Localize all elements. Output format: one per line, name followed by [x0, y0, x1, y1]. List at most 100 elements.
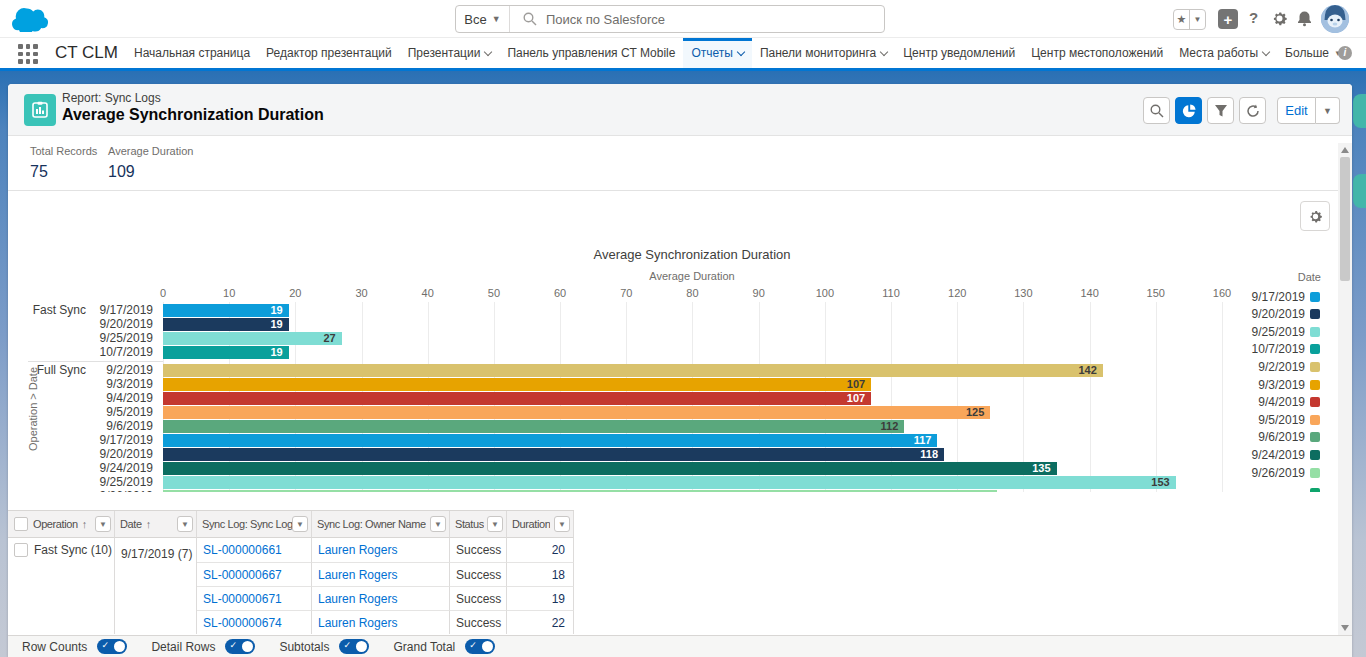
bar[interactable]: 112 — [163, 420, 904, 433]
bar[interactable]: 125 — [163, 406, 990, 419]
nav-tab[interactable]: Редактор презентаций — [258, 38, 400, 68]
bar-value-label: 107 — [847, 378, 865, 391]
status-value: Success — [450, 586, 507, 610]
select-all-checkbox[interactable] — [14, 517, 28, 531]
toggle-switch[interactable]: ✓ — [97, 639, 127, 654]
chevron-down-icon — [880, 47, 888, 55]
x-tick-label: 0 — [160, 287, 166, 299]
app-launcher-icon[interactable] — [18, 44, 38, 64]
legend-swatch[interactable] — [1310, 432, 1320, 442]
scroll-down-arrow[interactable] — [1341, 625, 1349, 631]
sync-log-link[interactable]: SL-000000667 — [197, 562, 312, 586]
owner-link[interactable]: Lauren Rogers — [312, 610, 450, 634]
nav-tab[interactable]: Презентации — [400, 38, 500, 68]
global-search[interactable]: Все ▼ Поиск по Salesforce — [455, 5, 885, 33]
column-menu-button[interactable]: ▼ — [430, 516, 446, 532]
chart-title: Average Synchronization Duration — [593, 247, 790, 262]
nav-tab[interactable]: Отчеты — [683, 38, 751, 68]
legend-swatch[interactable] — [1310, 362, 1320, 372]
column-header[interactable]: Sync Log: Sync Log▼ — [197, 511, 312, 538]
bar[interactable]: 117 — [163, 434, 937, 447]
nav-tab[interactable]: Места работы — [1171, 38, 1277, 68]
column-header[interactable]: Duration▼ — [507, 511, 574, 538]
summary-row: Total Records75Average Duration109 — [8, 136, 1352, 191]
toggle-switch[interactable]: ✓ — [225, 639, 255, 654]
column-menu-button[interactable]: ▼ — [554, 516, 570, 532]
sync-log-link[interactable]: SL-000000674 — [197, 610, 312, 634]
column-menu-button[interactable]: ▼ — [95, 516, 111, 532]
star-icon[interactable]: ★ — [1174, 10, 1190, 29]
column-header[interactable]: Date↑▼ — [115, 511, 197, 538]
bar[interactable]: 135 — [163, 462, 1057, 475]
bar[interactable]: 27 — [163, 332, 342, 345]
info-icon[interactable]: i — [1338, 46, 1352, 60]
filter-icon — [1214, 104, 1228, 118]
favorites-button[interactable]: ★ ▼ — [1173, 9, 1206, 30]
legend-swatch[interactable] — [1310, 327, 1320, 337]
bar-value-label: 27 — [323, 332, 335, 345]
toggle-switch[interactable]: ✓ — [465, 639, 495, 654]
nav-tab[interactable]: Центр местоположений — [1023, 38, 1171, 68]
edit-dropdown-button[interactable]: ▼ — [1316, 97, 1340, 124]
legend-swatch[interactable] — [1310, 397, 1320, 407]
legend-swatch[interactable] — [1310, 344, 1320, 354]
vertical-scrollbar[interactable] — [1338, 143, 1352, 635]
owner-link[interactable]: Lauren Rogers — [312, 538, 450, 562]
report-search-button[interactable] — [1143, 97, 1170, 124]
nav-tab[interactable]: Панель управления CT Mobile — [499, 38, 683, 68]
legend-swatch[interactable] — [1310, 309, 1320, 319]
column-header[interactable]: Sync Log: Owner Name▼ — [312, 511, 450, 538]
row-checkbox[interactable] — [14, 543, 28, 557]
bar[interactable]: 19 — [163, 318, 289, 331]
scrollbar-thumb[interactable] — [1340, 157, 1350, 281]
toggle-switch[interactable]: ✓ — [339, 639, 369, 654]
legend-swatch[interactable] — [1310, 468, 1320, 478]
edit-button[interactable]: Edit — [1277, 97, 1316, 124]
legend-swatch[interactable] — [1310, 292, 1320, 302]
bar[interactable]: 107 — [163, 392, 871, 405]
favorites-caret[interactable]: ▼ — [1190, 10, 1205, 29]
user-avatar[interactable] — [1321, 5, 1349, 33]
bar[interactable]: 118 — [163, 448, 944, 461]
legend-swatch[interactable] — [1310, 415, 1320, 425]
bar[interactable]: 107 — [163, 378, 871, 391]
refresh-button[interactable] — [1239, 97, 1266, 124]
chart-row-label: 9/25/2019 — [8, 476, 153, 489]
sync-log-link[interactable]: SL-000000671 — [197, 586, 312, 610]
legend-swatch[interactable] — [1310, 450, 1320, 460]
sync-log-link[interactable]: SL-000000661 — [197, 538, 312, 562]
bar[interactable] — [163, 490, 997, 492]
bar[interactable]: 153 — [163, 476, 1176, 489]
x-tick-label: 130 — [1014, 287, 1032, 299]
search-input[interactable]: Поиск по Salesforce — [510, 12, 884, 27]
filter-button[interactable] — [1207, 97, 1234, 124]
toggle-chart-button[interactable] — [1175, 97, 1202, 124]
column-header[interactable]: Operation↑▼ — [8, 511, 115, 538]
legend-label: 9/20/2019 — [1205, 309, 1305, 320]
column-header[interactable]: Status▼ — [450, 511, 507, 538]
notifications-bell-icon[interactable] — [1296, 10, 1313, 30]
nav-tab[interactable]: Панели мониторинга — [752, 38, 895, 68]
owner-link[interactable]: Lauren Rogers — [312, 562, 450, 586]
help-icon[interactable]: ? — [1249, 9, 1258, 26]
chart-settings-button[interactable] — [1300, 201, 1330, 231]
scroll-up-arrow[interactable] — [1341, 147, 1349, 153]
bar[interactable]: 19 — [163, 346, 289, 359]
chart-row-label: 9/26/2019 — [8, 490, 153, 492]
toggle-label: Row Counts — [22, 640, 87, 654]
owner-link[interactable]: Lauren Rogers — [312, 586, 450, 610]
search-scope-dropdown[interactable]: Все ▼ — [456, 6, 510, 32]
nav-tab[interactable]: Центр уведомлений — [895, 38, 1023, 68]
column-menu-button[interactable]: ▼ — [292, 516, 308, 532]
bar[interactable]: 19 — [163, 304, 289, 317]
column-menu-button[interactable]: ▼ — [487, 516, 503, 532]
setup-gear-icon[interactable] — [1271, 10, 1288, 30]
toggle-knob — [482, 641, 493, 652]
legend-swatch[interactable] — [1310, 488, 1320, 492]
global-actions-button[interactable]: + — [1218, 9, 1238, 29]
column-menu-button[interactable]: ▼ — [177, 516, 193, 532]
nav-tab[interactable]: Начальная страница — [126, 38, 258, 68]
legend-swatch[interactable] — [1310, 380, 1320, 390]
legend-label: 9/2/2019 — [1205, 362, 1305, 373]
bar[interactable]: 142 — [163, 364, 1103, 377]
